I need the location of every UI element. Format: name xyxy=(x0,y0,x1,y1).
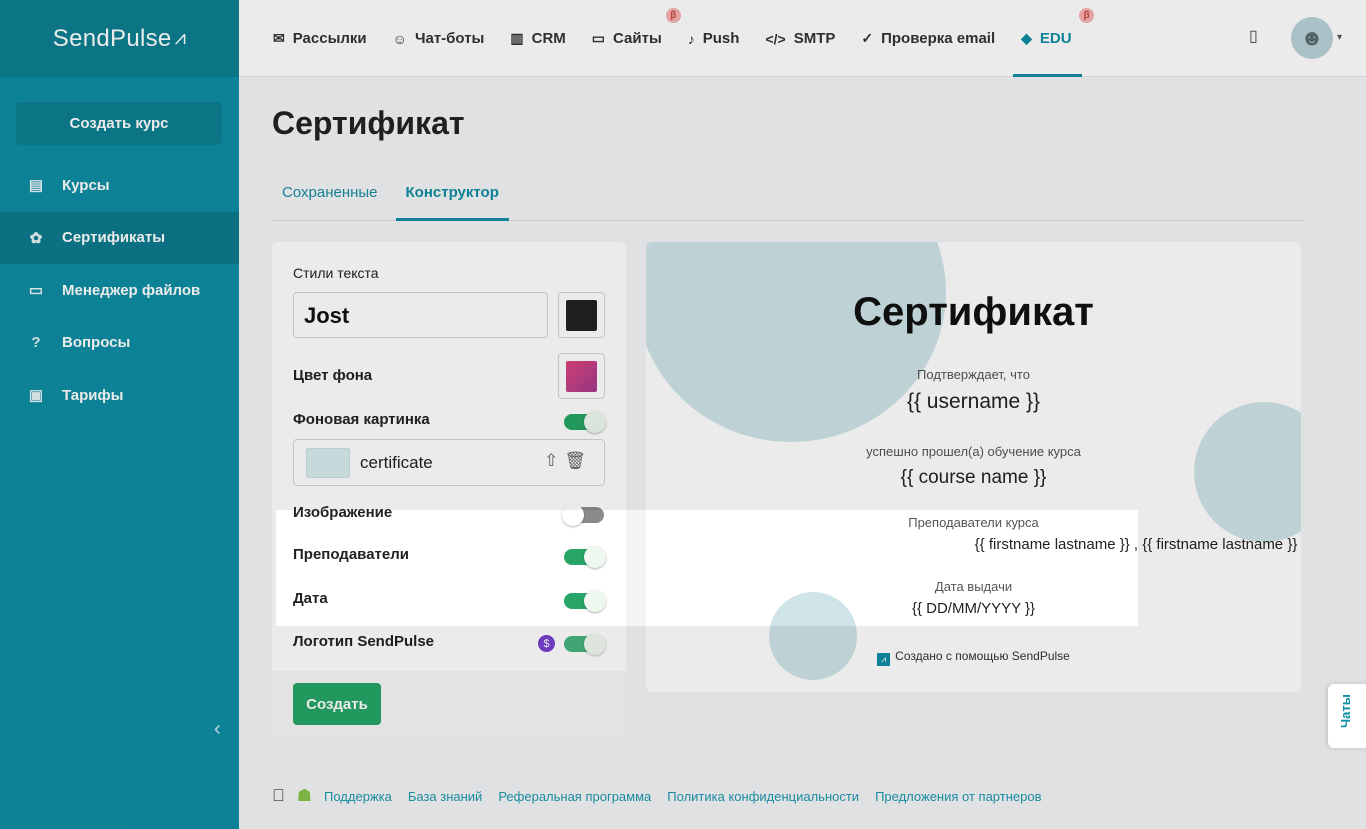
android-icon[interactable]: ☗ xyxy=(297,786,312,806)
apple-icon[interactable]:  xyxy=(272,786,285,806)
footer:  ☗ Поддержка База знаний Реферальная пр… xyxy=(272,786,1057,806)
footer-link-support[interactable]: Поддержка xyxy=(324,789,392,804)
footer-link-knowledge-base[interactable]: База знаний xyxy=(408,789,483,804)
footer-link-partners[interactable]: Предложения от партнеров xyxy=(875,789,1041,804)
footer-link-referral[interactable]: Реферальная программа xyxy=(498,789,651,804)
chats-label: Чаты xyxy=(1338,694,1353,728)
overlay-topbar xyxy=(239,0,1366,78)
chats-tab[interactable]: Чаты xyxy=(1328,684,1366,748)
footer-link-privacy[interactable]: Политика конфиденциальности xyxy=(667,789,859,804)
overlay-sidebar xyxy=(0,0,239,829)
